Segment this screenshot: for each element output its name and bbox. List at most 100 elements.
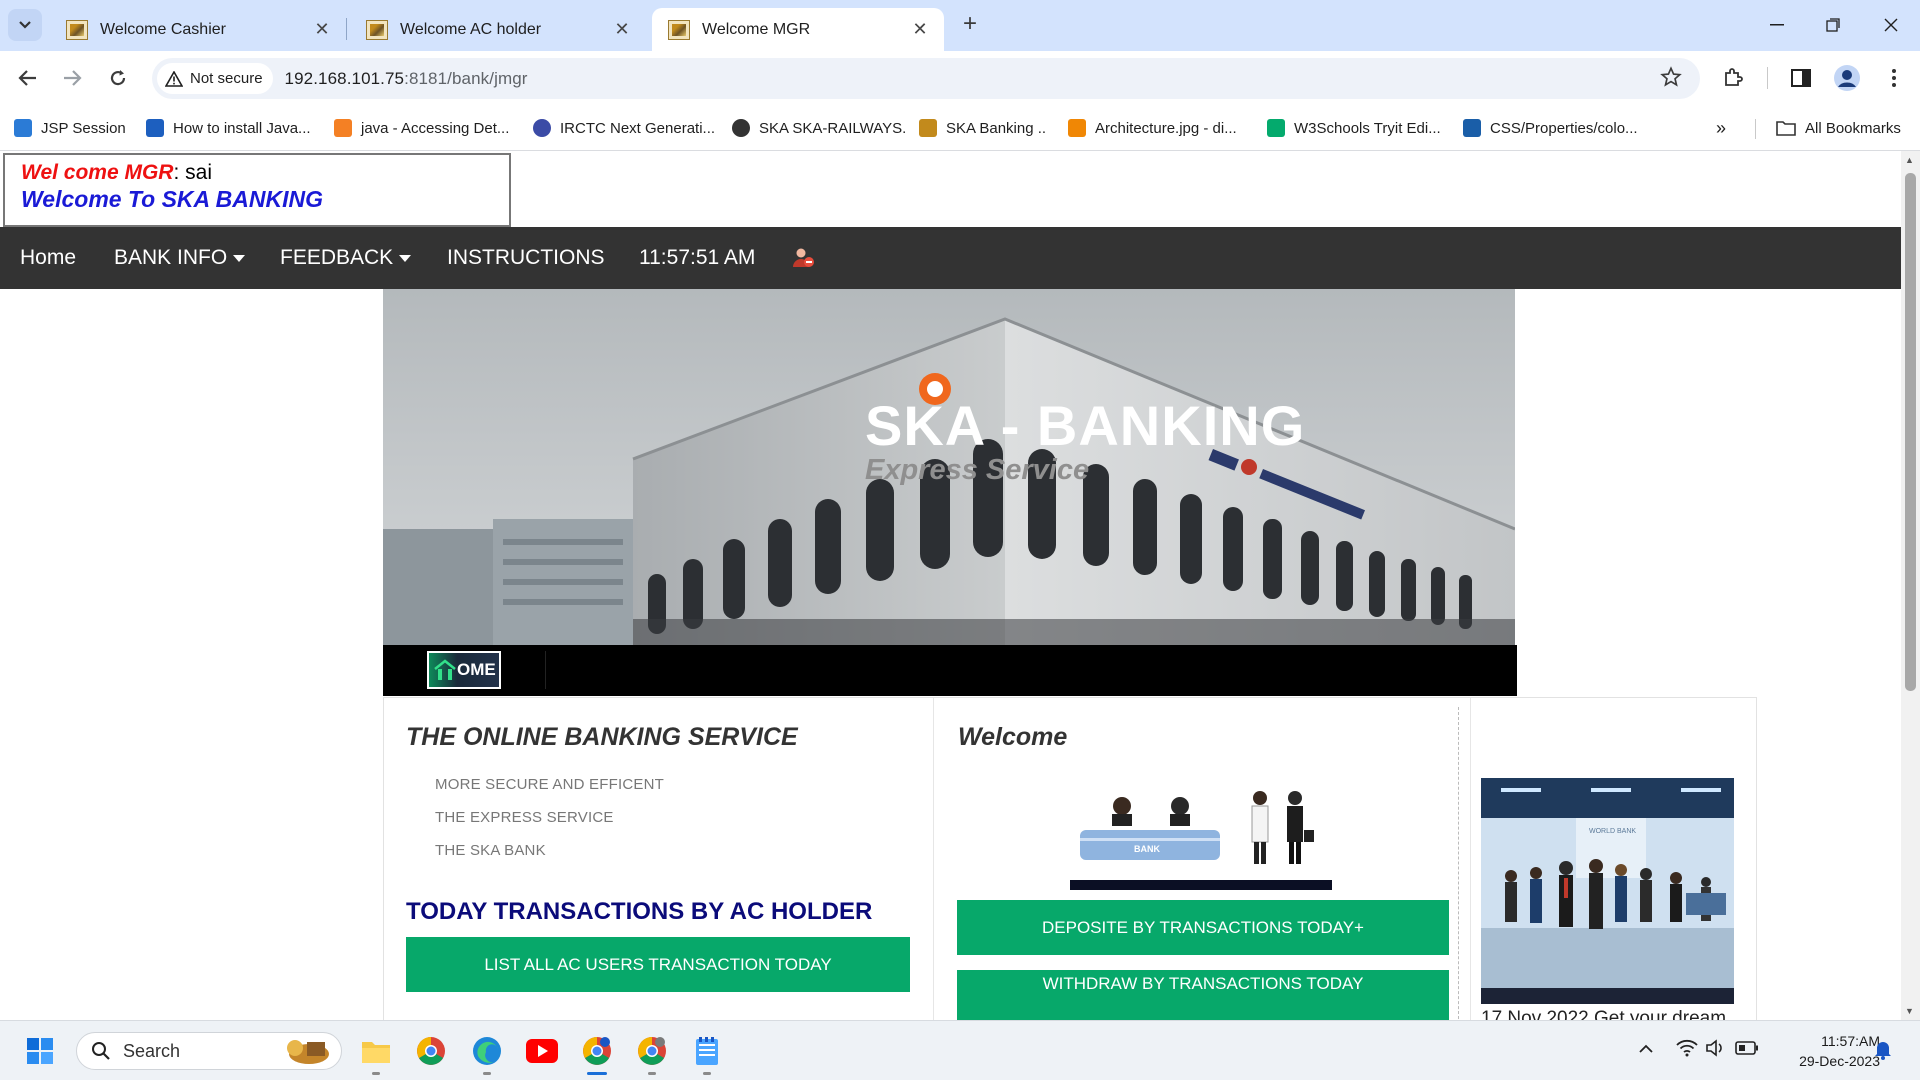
today-transactions-title: TODAY TRANSACTIONS BY AC HOLDER (406, 898, 873, 925)
tab-divider (346, 18, 347, 40)
nav-instructions[interactable]: INSTRUCTIONS (447, 227, 605, 289)
nav-bank-info[interactable]: BANK INFO (114, 227, 246, 289)
side-panel-icon[interactable] (1786, 63, 1816, 93)
bookmark-css-properties[interactable]: CSS/Properties/colo... (1463, 116, 1638, 140)
browser-toolbar: Not secure 192.168.101.75:8181/bank/jmgr (0, 51, 1920, 105)
nav-home[interactable]: Home (20, 227, 76, 289)
page-scrollbar[interactable]: ▲ ▼ (1901, 151, 1920, 1020)
notepad-icon[interactable] (689, 1033, 725, 1069)
volume-icon[interactable] (1705, 1039, 1727, 1062)
all-bookmarks-button[interactable]: All Bookmarks (1776, 116, 1901, 140)
bookmark-ska-banking[interactable]: SKA Banking .. (919, 116, 1046, 140)
business-people-bank-image: WORLD BANK (1481, 778, 1734, 1004)
hero-subtitle: Express Service (865, 454, 1090, 486)
chrome-icon[interactable] (413, 1033, 449, 1069)
forward-arrow-icon[interactable] (55, 61, 89, 95)
close-icon[interactable]: ✕ (910, 19, 930, 40)
welcome-line-2: Welcome To SKA BANKING (21, 186, 324, 212)
sub-navbar: OME (383, 645, 1517, 696)
bookmark-label: CSS/Properties/colo... (1490, 119, 1638, 137)
chrome-profile-icon[interactable] (579, 1033, 615, 1069)
close-icon[interactable]: ✕ (312, 19, 332, 40)
running-indicator (648, 1072, 656, 1075)
bookmark-label: SKA Banking .. (946, 119, 1047, 137)
taskbar-clock[interactable]: 11:57:AM 29-Dec-2023 (1799, 1031, 1880, 1071)
reload-icon[interactable] (101, 61, 135, 95)
column-online-banking: THE ONLINE BANKING SERVICE MORE SECURE A… (384, 698, 934, 1020)
search-placeholder: Search (123, 1040, 181, 1061)
page-viewport: Wel come MGR: sai Welcome To SKA BANKING… (0, 151, 1901, 1020)
tab-welcome-cashier[interactable]: Welcome Cashier ✕ (50, 8, 346, 51)
home-button-label: OME (457, 660, 496, 679)
bank-favicon-icon (668, 19, 690, 40)
edge-icon[interactable] (469, 1033, 505, 1069)
tab-label: Welcome MGR (702, 20, 811, 38)
scroll-down-arrow-icon[interactable]: ▼ (1905, 1006, 1914, 1016)
drawio-logo-icon (1068, 119, 1086, 137)
bank-logo-icon (919, 119, 937, 137)
file-explorer-icon[interactable] (358, 1033, 394, 1069)
withdraw-transactions-today-button[interactable]: WITHDRAW BY TRANSACTIONS TODAY (957, 970, 1449, 1020)
notification-bell-icon[interactable] (1874, 1040, 1892, 1065)
logout-user-icon[interactable] (792, 227, 816, 289)
bookmark-star-icon[interactable] (1660, 66, 1682, 94)
list-ac-users-transaction-button[interactable]: LIST ALL AC USERS TRANSACTION TODAY (406, 937, 910, 992)
bookmark-install-java[interactable]: How to install Java... (146, 116, 311, 140)
nav-clock: 11:57:51 AM (639, 246, 756, 269)
windows-start-icon[interactable] (22, 1033, 58, 1069)
home-button-inner: OME (429, 653, 499, 687)
irctc-logo-icon (533, 119, 551, 137)
chevron-up-icon[interactable] (1638, 1041, 1654, 1059)
address-bar[interactable]: Not secure 192.168.101.75:8181/bank/jmgr (152, 58, 1700, 99)
warning-triangle-icon (164, 69, 184, 87)
withdraw-button-clip: WITHDRAW BY TRANSACTIONS TODAY (957, 970, 1449, 1020)
nav-bank-info-label: BANK INFO (114, 246, 228, 269)
welcome-line-1: Wel come MGR: sai (21, 161, 509, 185)
bookmark-irctc[interactable]: IRCTC Next Generati... (533, 116, 715, 140)
bank-counter-image: BANK (1070, 778, 1332, 890)
world-bank-image: WORLD BANK (1481, 778, 1734, 1004)
search-icon (92, 1042, 110, 1060)
nav-feedback[interactable]: FEEDBACK (280, 227, 412, 289)
tab-welcome-mgr[interactable]: Welcome MGR ✕ (652, 8, 944, 51)
profile-avatar-icon[interactable] (1832, 63, 1862, 93)
home-button[interactable]: OME (427, 651, 501, 689)
url-path: :8181/bank/jmgr (404, 68, 528, 88)
welcome-title: Welcome (958, 723, 1068, 751)
running-indicator (483, 1072, 491, 1075)
minimize-icon[interactable] (1749, 8, 1805, 42)
more-bookmarks-chevron-icon[interactable]: » (1716, 116, 1726, 140)
tab-welcome-ac-holder[interactable]: Welcome AC holder ✕ (350, 8, 646, 51)
taskbar-search-box[interactable]: Search (76, 1032, 342, 1070)
w3c-logo-icon (1463, 119, 1481, 137)
tab-search-button[interactable] (8, 9, 42, 41)
security-chip[interactable]: Not secure (157, 63, 273, 94)
bookmark-label: JSP Session (41, 119, 126, 137)
news-headline[interactable]: 17 Nov 2022 Get your dream (1481, 1008, 1726, 1020)
bookmark-w3schools[interactable]: W3Schools Tryit Edi... (1267, 116, 1441, 140)
bank-staff-illustration: BANK (1070, 778, 1332, 890)
url-text[interactable]: 192.168.101.75:8181/bank/jmgr (285, 69, 528, 89)
restore-icon[interactable] (1805, 8, 1861, 42)
menu-kebab-icon[interactable] (1879, 63, 1909, 93)
youtube-icon[interactable] (524, 1033, 560, 1069)
chevron-down-icon (19, 21, 31, 29)
scroll-up-arrow-icon[interactable]: ▲ (1905, 155, 1914, 165)
stackoverflow-logo-icon (334, 119, 352, 137)
url-host: 192.168.101.75 (284, 68, 405, 88)
bookmark-java-accessing[interactable]: java - Accessing Det... (334, 116, 509, 140)
battery-icon[interactable] (1735, 1041, 1759, 1060)
chrome-profile-s-icon[interactable] (634, 1033, 670, 1069)
bookmark-jsp-session[interactable]: JSP Session (14, 116, 126, 140)
plus-icon[interactable]: + (956, 10, 984, 38)
wifi-icon[interactable] (1676, 1039, 1698, 1062)
close-icon[interactable]: ✕ (612, 19, 632, 40)
extensions-icon[interactable] (1718, 63, 1748, 93)
scrollbar-thumb[interactable] (1905, 173, 1916, 691)
back-arrow-icon[interactable] (11, 61, 45, 95)
hero-banner: SKA - BANKING Express Service (383, 289, 1515, 645)
bookmark-ska-railways[interactable]: SKA SKA-RAILWAYS. (732, 116, 906, 140)
deposit-transactions-today-button[interactable]: DEPOSITE BY TRANSACTIONS TODAY+ (957, 900, 1449, 955)
close-window-icon[interactable] (1863, 8, 1919, 42)
bookmark-architecture[interactable]: Architecture.jpg - di... (1068, 116, 1237, 140)
